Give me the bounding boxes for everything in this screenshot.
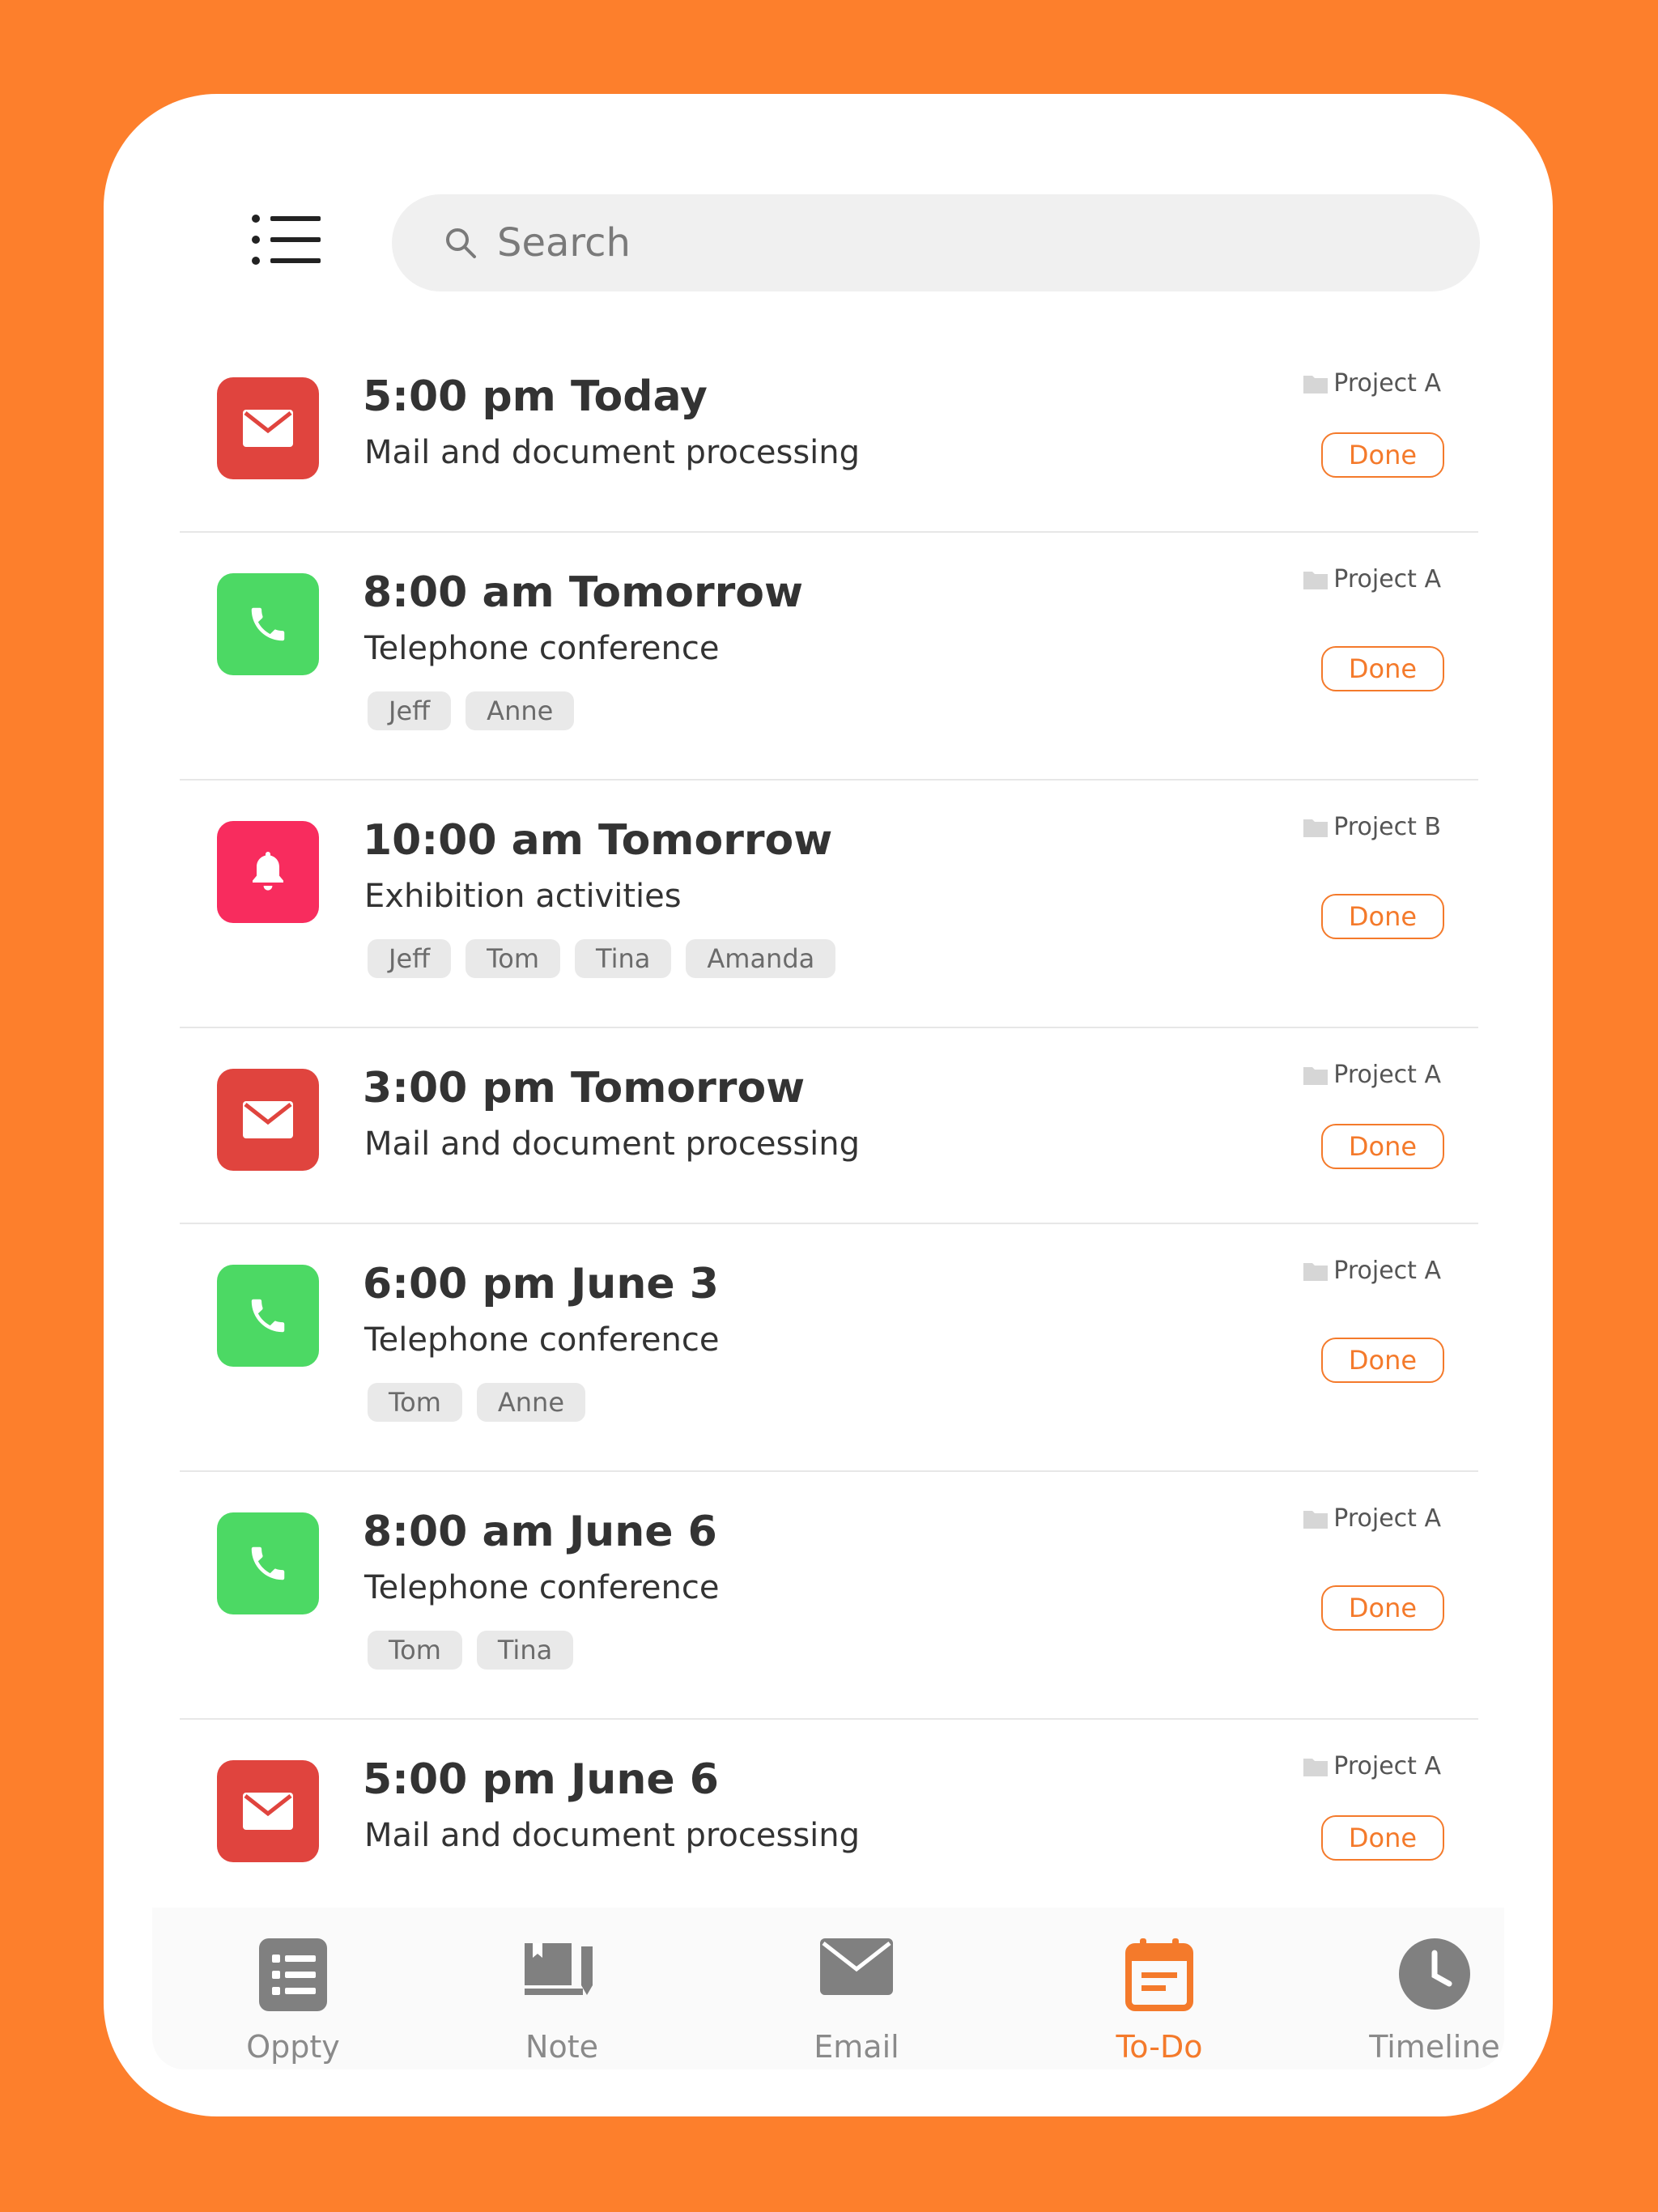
project-label: Project A <box>1303 1504 1441 1533</box>
todo-time: 5:00 pm Today <box>363 372 708 421</box>
project-label: Project A <box>1303 1061 1441 1089</box>
folder-icon <box>1303 375 1329 393</box>
project-name: Project A <box>1333 1257 1441 1285</box>
project-name: Project A <box>1333 1061 1441 1089</box>
tab-label: Timeline <box>1369 2029 1500 2065</box>
participant-tag[interactable]: Tom <box>368 1631 462 1670</box>
project-label: Project A <box>1303 565 1441 593</box>
participant-tag[interactable]: Tina <box>476 1631 574 1670</box>
todo-time: 6:00 pm June 3 <box>363 1260 719 1308</box>
tab-timeline[interactable]: Timeline <box>1346 1908 1524 2069</box>
project-name: Project A <box>1333 1504 1441 1533</box>
participant-tag[interactable]: Jeff <box>368 939 452 978</box>
done-button[interactable]: Done <box>1321 1585 1444 1631</box>
todo-item[interactable]: 5:00 pm June 6 Mail and document process… <box>180 1720 1478 1914</box>
note-icon <box>525 1943 593 1995</box>
tab-oppty[interactable]: Oppty <box>204 1908 382 2069</box>
todo-time: 3:00 pm Tomorrow <box>363 1064 806 1112</box>
project-label: Project A <box>1303 369 1441 398</box>
todo-item[interactable]: 8:00 am Tomorrow Telephone conference Je… <box>180 533 1478 781</box>
participant-tag[interactable]: Tina <box>575 939 672 978</box>
todo-description: Mail and document processing <box>364 1817 861 1854</box>
todo-item[interactable]: 6:00 pm June 3 Telephone conference Tom … <box>180 1224 1478 1472</box>
tab-label: To-Do <box>1116 2029 1203 2065</box>
tab-email[interactable]: Email <box>767 1908 946 2069</box>
participant-tags: Jeff Anne <box>368 691 575 730</box>
todo-description: Exhibition activities <box>364 878 682 915</box>
mail-icon <box>217 1760 319 1862</box>
todo-time: 8:00 am June 6 <box>363 1508 717 1556</box>
folder-icon <box>1303 1262 1329 1281</box>
participant-tags: Tom Tina <box>368 1631 574 1670</box>
phone-icon <box>217 1265 319 1367</box>
app-window: 5:00 pm Today Mail and document processi… <box>104 94 1553 2116</box>
folder-icon <box>1303 1758 1329 1776</box>
folder-icon <box>1303 571 1329 589</box>
done-button[interactable]: Done <box>1321 432 1444 478</box>
todo-item[interactable]: 8:00 am June 6 Telephone conference Tom … <box>180 1472 1478 1720</box>
list-icon <box>259 1938 327 2011</box>
done-button[interactable]: Done <box>1321 1815 1444 1861</box>
participant-tag[interactable]: Jeff <box>368 691 452 730</box>
todo-time: 10:00 am Tomorrow <box>363 816 833 865</box>
menu-button[interactable] <box>251 209 324 270</box>
search-icon <box>446 228 476 258</box>
todo-description: Telephone conference <box>364 630 720 667</box>
calendar-icon <box>1125 1938 1193 2011</box>
participant-tag[interactable]: Anne <box>476 1383 585 1422</box>
done-button[interactable]: Done <box>1321 1124 1444 1169</box>
search-input[interactable] <box>495 219 1430 266</box>
mail-icon <box>217 1069 319 1171</box>
todo-description: Mail and document processing <box>364 434 861 471</box>
todo-item[interactable]: 10:00 am Tomorrow Exhibition activities … <box>180 781 1478 1028</box>
done-button[interactable]: Done <box>1321 1338 1444 1383</box>
mail-icon <box>217 377 319 479</box>
tab-label: Note <box>525 2029 598 2065</box>
participant-tag[interactable]: Tom <box>368 1383 462 1422</box>
tab-label: Oppty <box>246 2029 340 2065</box>
project-name: Project B <box>1333 813 1441 841</box>
folder-icon <box>1303 819 1329 837</box>
phone-icon <box>217 573 319 675</box>
done-button[interactable]: Done <box>1321 894 1444 939</box>
todo-time: 5:00 pm June 6 <box>363 1755 719 1804</box>
participant-tags: Tom Anne <box>368 1383 585 1422</box>
clock-icon <box>1399 1938 1470 2010</box>
participant-tag[interactable]: Anne <box>466 691 575 730</box>
email-icon <box>820 1938 893 1995</box>
bottom-tab-bar: Oppty Note Email To-Do Timeline <box>152 1908 1504 2069</box>
project-name: Project A <box>1333 565 1441 593</box>
todo-time: 8:00 am Tomorrow <box>363 568 804 617</box>
todo-item[interactable]: 5:00 pm Today Mail and document processi… <box>180 337 1478 533</box>
todo-description: Telephone conference <box>364 1321 720 1359</box>
search-bar[interactable] <box>392 194 1480 291</box>
project-label: Project A <box>1303 1257 1441 1285</box>
participant-tag[interactable]: Tom <box>466 939 561 978</box>
project-name: Project A <box>1333 369 1441 398</box>
project-label: Project B <box>1303 813 1441 841</box>
project-label: Project A <box>1303 1752 1441 1780</box>
phone-icon <box>217 1512 319 1614</box>
done-button[interactable]: Done <box>1321 646 1444 691</box>
project-name: Project A <box>1333 1752 1441 1780</box>
menu-list-icon <box>252 215 321 265</box>
participant-tags: Jeff Tom Tina Amanda <box>368 939 836 978</box>
folder-icon <box>1303 1066 1329 1085</box>
bell-icon <box>217 821 319 923</box>
todo-description: Telephone conference <box>364 1569 720 1606</box>
todo-description: Mail and document processing <box>364 1125 861 1163</box>
folder-icon <box>1303 1510 1329 1529</box>
todo-list: 5:00 pm Today Mail and document processi… <box>180 337 1478 1914</box>
tab-note[interactable]: Note <box>473 1908 651 2069</box>
todo-item[interactable]: 3:00 pm Tomorrow Mail and document proce… <box>180 1028 1478 1224</box>
tab-todo[interactable]: To-Do <box>1070 1908 1248 2069</box>
tab-label: Email <box>814 2029 899 2065</box>
participant-tag[interactable]: Amanda <box>686 939 836 978</box>
